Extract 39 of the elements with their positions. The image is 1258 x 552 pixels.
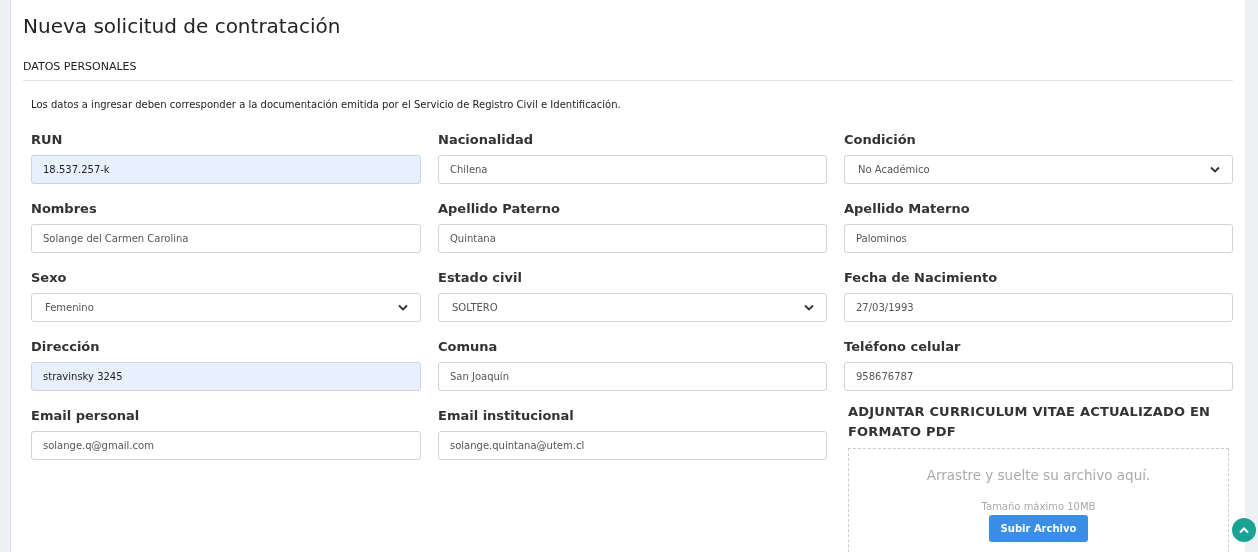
scroll-top-button[interactable] — [1232, 518, 1256, 542]
field-label: Apellido Materno — [844, 201, 970, 216]
input-field[interactable]: San Joaquín — [438, 362, 827, 391]
field-label: Sexo — [31, 270, 67, 285]
field-label: Apellido Paterno — [438, 201, 560, 216]
input-field[interactable]: Palominos — [844, 224, 1233, 253]
select-field[interactable]: No Académico — [844, 155, 1233, 184]
field-label: Email institucional — [438, 408, 574, 423]
input-field[interactable]: solange.quintana@utem.cl — [438, 431, 827, 460]
page-title: Nueva solicitud de contratación — [23, 14, 342, 38]
input-field[interactable]: Quintana — [438, 224, 827, 253]
field-label: Comuna — [438, 339, 498, 354]
input-field[interactable]: 27/03/1993 — [844, 293, 1233, 322]
field-label: Nombres — [31, 201, 97, 216]
field-label: Condición — [844, 132, 916, 147]
field-label: Email personal — [31, 408, 140, 423]
input-field[interactable]: 958676787 — [844, 362, 1233, 391]
size-hint: Tamaño máximo 10MB — [981, 501, 1096, 512]
chevron-down-icon — [1210, 166, 1220, 173]
section-heading: DATOS PERSONALES — [23, 60, 1233, 81]
input-field[interactable]: stravinsky 3245 — [31, 362, 421, 391]
field-label: Estado civil — [438, 270, 522, 285]
input-field[interactable]: solange.q@gmail.com — [31, 431, 421, 460]
chevron-down-icon — [398, 304, 408, 311]
select-field[interactable]: SOLTERO — [438, 293, 827, 322]
chevron-up-icon — [1239, 526, 1249, 534]
input-field[interactable]: Solange del Carmen Carolina — [31, 224, 421, 253]
select-field[interactable]: Femenino — [31, 293, 421, 322]
field-label: RUN — [31, 132, 63, 147]
field-label: Fecha de Nacimiento — [844, 270, 998, 285]
info-text: Los datos a ingresar deben corresponder a la documentación emitida por el Servicio de Registro Civil e Identificación. — [31, 99, 622, 110]
field-label: Teléfono celular — [844, 339, 961, 354]
chevron-down-icon — [804, 304, 814, 311]
field-label: Dirección — [31, 339, 100, 354]
upload-heading: ADJUNTAR CURRICULUM VITAE ACTUALIZADO EN FORMATO PDF — [848, 403, 1212, 441]
drop-hint: Arrastre y suelte su archivo aquí. — [926, 467, 1151, 483]
input-field[interactable]: 18.537.257-k — [31, 155, 421, 184]
input-field[interactable]: Chilena — [438, 155, 827, 184]
field-label: Nacionalidad — [438, 132, 534, 147]
